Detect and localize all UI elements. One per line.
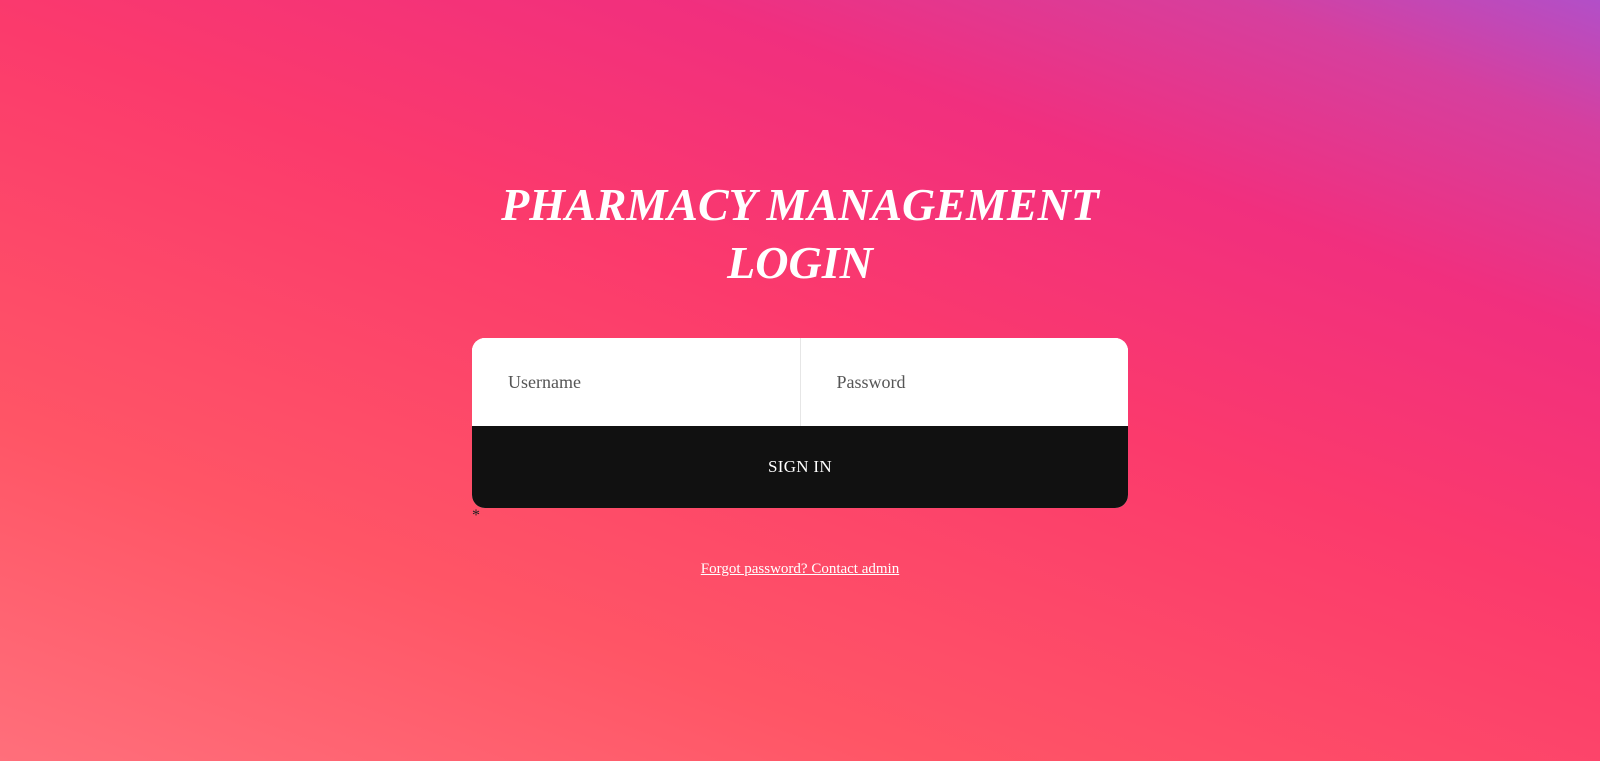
page-title: PHARMACY MANAGEMENT LOGIN [0,176,1600,292]
login-form: SIGN IN [472,338,1128,508]
page-title-line-2: LOGIN [727,237,873,288]
sign-in-button[interactable]: SIGN IN [472,426,1128,508]
password-input[interactable] [799,338,1128,426]
credentials-row [472,338,1128,426]
forgot-password-container: Forgot password? Contact admin [0,560,1600,578]
required-marker: * [472,507,480,524]
username-input[interactable] [472,338,800,426]
login-page: PHARMACY MANAGEMENT LOGIN SIGN IN * Forg… [0,0,1600,761]
page-title-line-1: PHARMACY MANAGEMENT [501,179,1099,230]
forgot-password-link[interactable]: Forgot password? Contact admin [701,561,899,577]
